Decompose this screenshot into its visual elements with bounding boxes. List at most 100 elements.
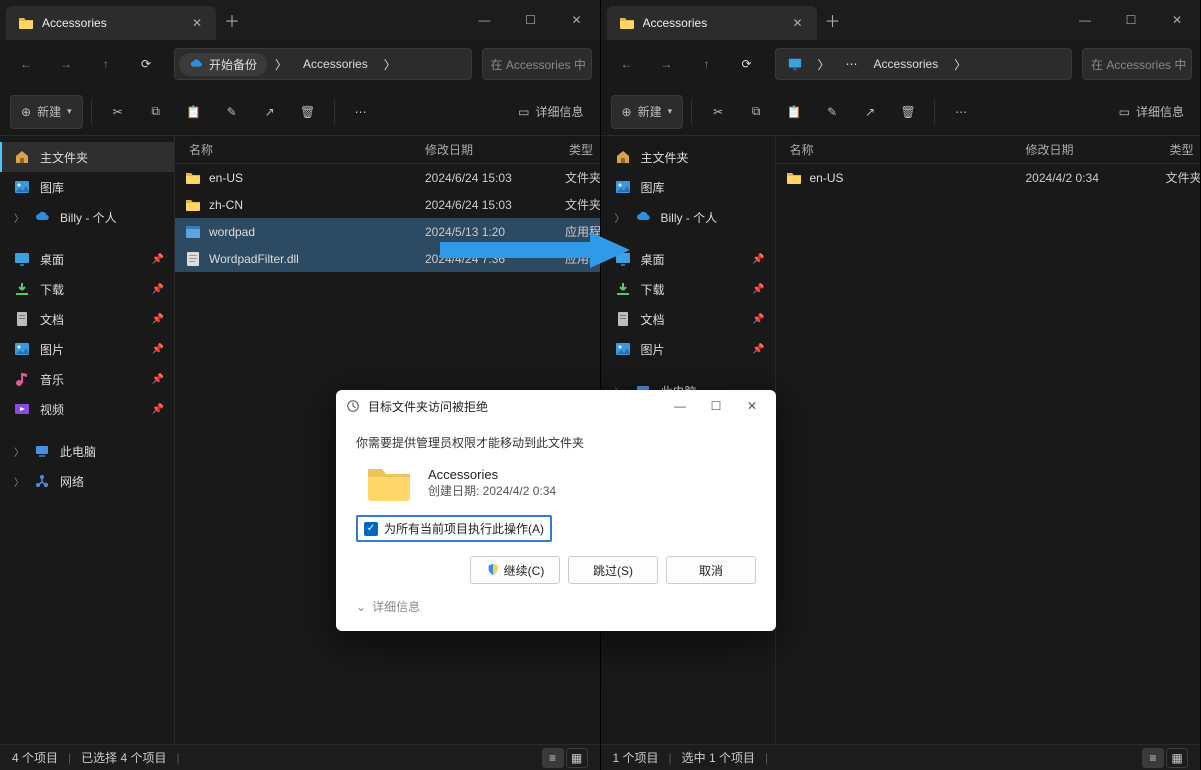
sidebar-item-music[interactable]: 音乐📌 bbox=[0, 364, 174, 394]
chevron-icon[interactable]: 〉 bbox=[946, 52, 974, 77]
cancel-button[interactable]: 取消 bbox=[666, 556, 756, 584]
tab-accessories[interactable]: Accessories ✕ bbox=[6, 6, 216, 40]
view-grid-button[interactable]: ▦ bbox=[566, 748, 588, 768]
sidebar-item-pictures[interactable]: 图片📌 bbox=[601, 334, 775, 364]
sidebar-item-home[interactable]: 主文件夹 bbox=[601, 142, 775, 172]
chevron-icon[interactable]: 〉 bbox=[14, 210, 24, 225]
paste-button[interactable]: 📋 bbox=[176, 95, 212, 129]
chevron-icon[interactable]: 〉 bbox=[267, 52, 295, 77]
sidebar-item-desktop[interactable]: 桌面📌 bbox=[0, 244, 174, 274]
sidebar-item-documents[interactable]: 文档📌 bbox=[601, 304, 775, 334]
file-row[interactable]: zh-CN2024/6/24 15:03文件夹 bbox=[175, 191, 600, 218]
delete-button[interactable]: 🗑 bbox=[290, 95, 326, 129]
cut-button[interactable]: ✂ bbox=[700, 95, 736, 129]
view-grid-button[interactable]: ▦ bbox=[1166, 748, 1188, 768]
dialog-folder-name: Accessories bbox=[428, 467, 556, 482]
tab-close-icon[interactable]: ✕ bbox=[791, 16, 805, 30]
new-button[interactable]: ⊕ 新建 ▾ bbox=[611, 95, 684, 129]
rename-button[interactable]: ✎ bbox=[214, 95, 250, 129]
tab-accessories[interactable]: Accessories ✕ bbox=[607, 6, 817, 40]
maximize-button[interactable]: ☐ bbox=[1108, 0, 1154, 40]
back-button[interactable]: ← bbox=[609, 46, 645, 82]
col-header-type[interactable]: 类型 bbox=[565, 141, 600, 158]
breadcrumb[interactable]: 〉 ⋯ Accessories 〉 bbox=[775, 48, 1073, 80]
sidebar-item-desktop[interactable]: 桌面📌 bbox=[601, 244, 775, 274]
new-tab-button[interactable]: ＋ bbox=[216, 8, 248, 32]
close-button[interactable]: ✕ bbox=[1154, 0, 1200, 40]
dialog-minimize-button[interactable]: ― bbox=[666, 399, 694, 413]
continue-button[interactable]: 继续(C) bbox=[470, 556, 560, 584]
chevron-icon[interactable]: 〉 bbox=[14, 474, 24, 489]
share-button[interactable]: ↗ bbox=[852, 95, 888, 129]
breadcrumb[interactable]: 开始备份 〉 Accessories 〉 bbox=[174, 48, 472, 80]
more-button[interactable]: ⋯ bbox=[943, 95, 979, 129]
tab-close-icon[interactable]: ✕ bbox=[190, 16, 204, 30]
copy-button[interactable]: ⧉ bbox=[138, 95, 174, 129]
column-headers[interactable]: 名称 修改日期 类型 bbox=[776, 136, 1201, 164]
dialog-maximize-button[interactable]: ☐ bbox=[702, 399, 730, 413]
copy-button[interactable]: ⧉ bbox=[738, 95, 774, 129]
col-header-name[interactable]: 名称 bbox=[175, 141, 425, 158]
details-pane-button[interactable]: ▭ 详细信息 bbox=[1113, 95, 1190, 129]
search-input[interactable]: 在 Accessories 中 bbox=[1082, 48, 1192, 80]
sidebar-item-personal[interactable]: 〉Billy - 个人 bbox=[0, 202, 174, 232]
col-header-date[interactable]: 修改日期 bbox=[425, 141, 565, 158]
breadcrumb-folder[interactable]: Accessories bbox=[295, 53, 376, 75]
delete-button[interactable]: 🗑 bbox=[890, 95, 926, 129]
dialog-details-toggle[interactable]: ⌄ 详细信息 bbox=[356, 598, 756, 615]
new-button[interactable]: ⊕ 新建 ▾ bbox=[10, 95, 83, 129]
back-button[interactable]: ← bbox=[8, 46, 44, 82]
sidebar-item-pictures[interactable]: 图片📌 bbox=[0, 334, 174, 364]
view-details-button[interactable]: ≡ bbox=[542, 748, 564, 768]
chevron-icon[interactable]: 〉 bbox=[14, 444, 24, 459]
details-pane-button[interactable]: ▭ 详细信息 bbox=[512, 95, 589, 129]
skip-button[interactable]: 跳过(S) bbox=[568, 556, 658, 584]
minimize-button[interactable]: ― bbox=[1062, 0, 1108, 40]
view-details-button[interactable]: ≡ bbox=[1142, 748, 1164, 768]
sidebar-item-documents[interactable]: 文档📌 bbox=[0, 304, 174, 334]
share-button[interactable]: ↗ bbox=[252, 95, 288, 129]
backup-pill[interactable]: 开始备份 bbox=[179, 53, 267, 76]
breadcrumb-folder[interactable]: Accessories bbox=[866, 53, 947, 75]
paste-button[interactable]: 📋 bbox=[776, 95, 812, 129]
maximize-button[interactable]: ☐ bbox=[508, 0, 554, 40]
rename-button[interactable]: ✎ bbox=[814, 95, 850, 129]
sidebar-item-gallery[interactable]: 图库 bbox=[601, 172, 775, 202]
sidebar-item-network[interactable]: 〉网络 bbox=[0, 466, 174, 496]
up-button[interactable]: ↑ bbox=[88, 46, 124, 82]
file-row[interactable]: WordpadFilter.dll2024/4/24 7:36应用程序扩展 bbox=[175, 245, 600, 272]
sidebar-item-gallery[interactable]: 图库 bbox=[0, 172, 174, 202]
breadcrumb-root[interactable] bbox=[780, 53, 810, 75]
col-header-date[interactable]: 修改日期 bbox=[1026, 141, 1166, 158]
forward-button[interactable]: → bbox=[48, 46, 84, 82]
file-row[interactable]: en-US2024/4/2 0:34文件夹 bbox=[776, 164, 1201, 191]
new-tab-button[interactable]: ＋ bbox=[817, 8, 849, 32]
close-button[interactable]: ✕ bbox=[554, 0, 600, 40]
refresh-button[interactable]: ⟳ bbox=[128, 46, 164, 82]
refresh-button[interactable]: ⟳ bbox=[729, 46, 765, 82]
sidebar-item-home[interactable]: 主文件夹 bbox=[0, 142, 174, 172]
column-headers[interactable]: 名称 修改日期 类型 bbox=[175, 136, 600, 164]
cut-button[interactable]: ✂ bbox=[100, 95, 136, 129]
dialog-close-button[interactable]: ✕ bbox=[738, 399, 766, 413]
panel-icon: ▭ bbox=[518, 105, 529, 119]
apply-all-checkbox[interactable]: ✓ 为所有当前项目执行此操作(A) bbox=[356, 515, 552, 542]
more-button[interactable]: ⋯ bbox=[343, 95, 379, 129]
sidebar-item-downloads[interactable]: 下载📌 bbox=[0, 274, 174, 304]
chevron-icon[interactable]: 〉 bbox=[376, 52, 404, 77]
chevron-icon[interactable]: 〉 bbox=[615, 210, 625, 225]
breadcrumb-ellipsis[interactable]: ⋯ bbox=[838, 53, 866, 75]
forward-button[interactable]: → bbox=[649, 46, 685, 82]
col-header-name[interactable]: 名称 bbox=[776, 141, 1026, 158]
minimize-button[interactable]: ― bbox=[462, 0, 508, 40]
file-row[interactable]: wordpad2024/5/13 1:20应用程序 bbox=[175, 218, 600, 245]
up-button[interactable]: ↑ bbox=[689, 46, 725, 82]
col-header-type[interactable]: 类型 bbox=[1166, 141, 1201, 158]
file-row[interactable]: en-US2024/6/24 15:03文件夹 bbox=[175, 164, 600, 191]
sidebar-item-thispc[interactable]: 〉此电脑 bbox=[0, 436, 174, 466]
sidebar-item-downloads[interactable]: 下载📌 bbox=[601, 274, 775, 304]
sidebar-item-personal[interactable]: 〉Billy - 个人 bbox=[601, 202, 775, 232]
search-input[interactable]: 在 Accessories 中 bbox=[482, 48, 592, 80]
chevron-icon[interactable]: 〉 bbox=[810, 52, 838, 77]
sidebar-item-videos[interactable]: 视频📌 bbox=[0, 394, 174, 424]
